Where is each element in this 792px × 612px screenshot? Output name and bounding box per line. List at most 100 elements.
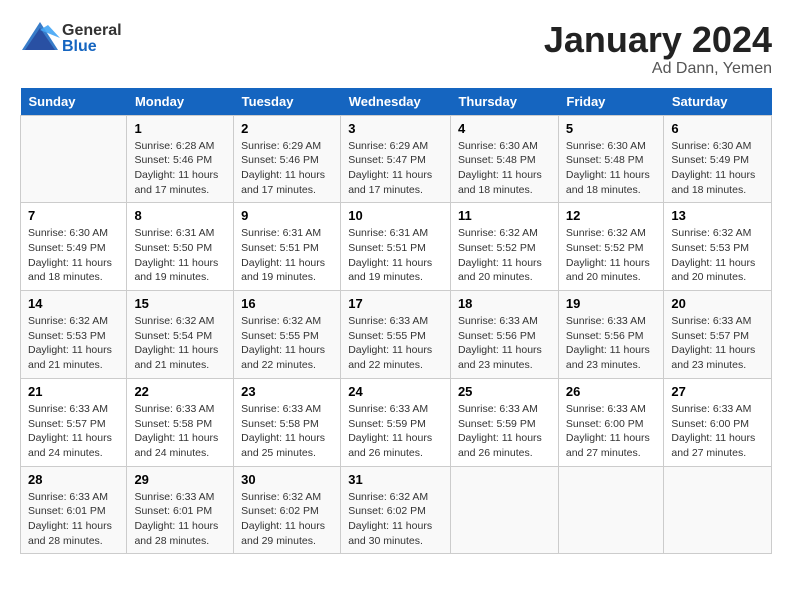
calendar-cell: 20 Sunrise: 6:33 AM Sunset: 5:57 PM Dayli… xyxy=(664,291,772,379)
day-info: Sunrise: 6:33 AM Sunset: 5:56 PM Dayligh… xyxy=(458,314,551,373)
calendar-cell: 9 Sunrise: 6:31 AM Sunset: 5:51 PM Daylig… xyxy=(234,203,341,291)
calendar-cell: 17 Sunrise: 6:33 AM Sunset: 5:55 PM Dayli… xyxy=(341,291,451,379)
calendar-row-1: 7 Sunrise: 6:30 AM Sunset: 5:49 PM Daylig… xyxy=(21,203,772,291)
logo-name: General Blue xyxy=(62,23,122,55)
day-number: 1 xyxy=(134,121,226,136)
calendar-cell: 8Sunrise: 6:31 AM Sunset: 5:50 PM Daylig… xyxy=(127,203,234,291)
day-number: 28 xyxy=(28,472,119,487)
calendar-cell: 7 Sunrise: 6:30 AM Sunset: 5:49 PM Daylig… xyxy=(21,203,127,291)
calendar-cell xyxy=(450,466,558,554)
day-number: 5 xyxy=(566,121,657,136)
calendar-cell: 27 Sunrise: 6:33 AM Sunset: 6:00 PM Dayli… xyxy=(664,378,772,466)
day-number: 10 xyxy=(348,208,443,223)
logo: General Blue xyxy=(20,20,122,58)
calendar-cell: 29Sunrise: 6:33 AM Sunset: 6:01 PM Dayli… xyxy=(127,466,234,554)
day-info: Sunrise: 6:33 AM Sunset: 6:00 PM Dayligh… xyxy=(671,402,764,461)
day-number: 30 xyxy=(241,472,333,487)
calendar-cell: 14 Sunrise: 6:32 AM Sunset: 5:53 PM Dayli… xyxy=(21,291,127,379)
day-number: 12 xyxy=(566,208,657,223)
day-info: Sunrise: 6:32 AM Sunset: 5:53 PM Dayligh… xyxy=(671,226,764,285)
logo-general-text: General xyxy=(62,23,122,39)
day-info: Sunrise: 6:31 AM Sunset: 5:51 PM Dayligh… xyxy=(241,226,333,285)
day-number: 17 xyxy=(348,296,443,311)
day-number: 14 xyxy=(28,296,119,311)
day-number: 31 xyxy=(348,472,443,487)
day-number: 2 xyxy=(241,121,333,136)
day-info: Sunrise: 6:30 AM Sunset: 5:49 PM Dayligh… xyxy=(28,226,119,285)
day-info: Sunrise: 6:30 AM Sunset: 5:48 PM Dayligh… xyxy=(566,139,657,198)
calendar-cell: 15 Sunrise: 6:32 AM Sunset: 5:54 PM Dayli… xyxy=(127,291,234,379)
calendar-row-2: 14 Sunrise: 6:32 AM Sunset: 5:53 PM Dayli… xyxy=(21,291,772,379)
calendar-cell: 25 Sunrise: 6:33 AM Sunset: 5:59 PM Dayli… xyxy=(450,378,558,466)
header-monday: Monday xyxy=(127,88,234,116)
calendar-cell: 10 Sunrise: 6:31 AM Sunset: 5:51 PM Dayli… xyxy=(341,203,451,291)
logo-bird-icon xyxy=(20,20,58,58)
calendar-cell: 26 Sunrise: 6:33 AM Sunset: 6:00 PM Dayli… xyxy=(558,378,664,466)
day-number: 25 xyxy=(458,384,551,399)
header-thursday: Thursday xyxy=(450,88,558,116)
calendar-cell: 30Sunrise: 6:32 AM Sunset: 6:02 PM Dayli… xyxy=(234,466,341,554)
calendar-cell: 21 Sunrise: 6:33 AM Sunset: 5:57 PM Dayli… xyxy=(21,378,127,466)
calendar-cell: 12 Sunrise: 6:32 AM Sunset: 5:52 PM Dayli… xyxy=(558,203,664,291)
day-number: 6 xyxy=(671,121,764,136)
calendar-row-3: 21 Sunrise: 6:33 AM Sunset: 5:57 PM Dayli… xyxy=(21,378,772,466)
day-number: 23 xyxy=(241,384,333,399)
calendar-cell: 18Sunrise: 6:33 AM Sunset: 5:56 PM Dayli… xyxy=(450,291,558,379)
calendar-cell: 31 Sunrise: 6:32 AM Sunset: 6:02 PM Dayli… xyxy=(341,466,451,554)
day-number: 4 xyxy=(458,121,551,136)
calendar-cell: 5 Sunrise: 6:30 AM Sunset: 5:48 PM Daylig… xyxy=(558,115,664,203)
day-info: Sunrise: 6:29 AM Sunset: 5:46 PM Dayligh… xyxy=(241,139,333,198)
day-info: Sunrise: 6:33 AM Sunset: 6:01 PM Dayligh… xyxy=(28,490,119,549)
header-friday: Friday xyxy=(558,88,664,116)
day-info: Sunrise: 6:33 AM Sunset: 6:01 PM Dayligh… xyxy=(134,490,226,549)
day-info: Sunrise: 6:32 AM Sunset: 5:55 PM Dayligh… xyxy=(241,314,333,373)
day-number: 9 xyxy=(241,208,333,223)
day-info: Sunrise: 6:32 AM Sunset: 5:52 PM Dayligh… xyxy=(458,226,551,285)
header-wednesday: Wednesday xyxy=(341,88,451,116)
day-info: Sunrise: 6:33 AM Sunset: 5:57 PM Dayligh… xyxy=(28,402,119,461)
header-sunday: Sunday xyxy=(21,88,127,116)
month-title: January 2024 xyxy=(544,20,772,60)
day-info: Sunrise: 6:33 AM Sunset: 5:57 PM Dayligh… xyxy=(671,314,764,373)
calendar-cell xyxy=(664,466,772,554)
header-saturday: Saturday xyxy=(664,88,772,116)
day-number: 16 xyxy=(241,296,333,311)
header-tuesday: Tuesday xyxy=(234,88,341,116)
day-number: 27 xyxy=(671,384,764,399)
calendar-cell: 4Sunrise: 6:30 AM Sunset: 5:48 PM Daylig… xyxy=(450,115,558,203)
location-subtitle: Ad Dann, Yemen xyxy=(544,60,772,78)
day-number: 26 xyxy=(566,384,657,399)
day-info: Sunrise: 6:31 AM Sunset: 5:50 PM Dayligh… xyxy=(134,226,226,285)
day-info: Sunrise: 6:33 AM Sunset: 5:58 PM Dayligh… xyxy=(134,402,226,461)
title-section: January 2024 Ad Dann, Yemen xyxy=(544,20,772,78)
calendar-row-0: 1Sunrise: 6:28 AM Sunset: 5:46 PM Daylig… xyxy=(21,115,772,203)
calendar-cell: 3Sunrise: 6:29 AM Sunset: 5:47 PM Daylig… xyxy=(341,115,451,203)
day-info: Sunrise: 6:30 AM Sunset: 5:49 PM Dayligh… xyxy=(671,139,764,198)
calendar-cell: 16 Sunrise: 6:32 AM Sunset: 5:55 PM Dayli… xyxy=(234,291,341,379)
day-info: Sunrise: 6:32 AM Sunset: 6:02 PM Dayligh… xyxy=(348,490,443,549)
calendar-cell xyxy=(558,466,664,554)
day-info: Sunrise: 6:31 AM Sunset: 5:51 PM Dayligh… xyxy=(348,226,443,285)
calendar-row-4: 28 Sunrise: 6:33 AM Sunset: 6:01 PM Dayli… xyxy=(21,466,772,554)
day-number: 15 xyxy=(134,296,226,311)
calendar-cell xyxy=(21,115,127,203)
calendar-table: SundayMondayTuesdayWednesdayThursdayFrid… xyxy=(20,88,772,555)
day-info: Sunrise: 6:32 AM Sunset: 5:54 PM Dayligh… xyxy=(134,314,226,373)
day-info: Sunrise: 6:32 AM Sunset: 5:53 PM Dayligh… xyxy=(28,314,119,373)
logo-blue-text: Blue xyxy=(62,39,122,55)
calendar-cell: 6 Sunrise: 6:30 AM Sunset: 5:49 PM Daylig… xyxy=(664,115,772,203)
day-info: Sunrise: 6:29 AM Sunset: 5:47 PM Dayligh… xyxy=(348,139,443,198)
calendar-cell: 1Sunrise: 6:28 AM Sunset: 5:46 PM Daylig… xyxy=(127,115,234,203)
day-info: Sunrise: 6:33 AM Sunset: 5:59 PM Dayligh… xyxy=(458,402,551,461)
calendar-cell: 24Sunrise: 6:33 AM Sunset: 5:59 PM Dayli… xyxy=(341,378,451,466)
page-header: General Blue January 2024 Ad Dann, Yemen xyxy=(20,20,772,78)
day-number: 7 xyxy=(28,208,119,223)
day-number: 21 xyxy=(28,384,119,399)
calendar-cell: 19Sunrise: 6:33 AM Sunset: 5:56 PM Dayli… xyxy=(558,291,664,379)
day-info: Sunrise: 6:32 AM Sunset: 5:52 PM Dayligh… xyxy=(566,226,657,285)
day-number: 20 xyxy=(671,296,764,311)
day-info: Sunrise: 6:33 AM Sunset: 5:55 PM Dayligh… xyxy=(348,314,443,373)
day-info: Sunrise: 6:33 AM Sunset: 5:58 PM Dayligh… xyxy=(241,402,333,461)
day-info: Sunrise: 6:33 AM Sunset: 6:00 PM Dayligh… xyxy=(566,402,657,461)
day-number: 11 xyxy=(458,208,551,223)
